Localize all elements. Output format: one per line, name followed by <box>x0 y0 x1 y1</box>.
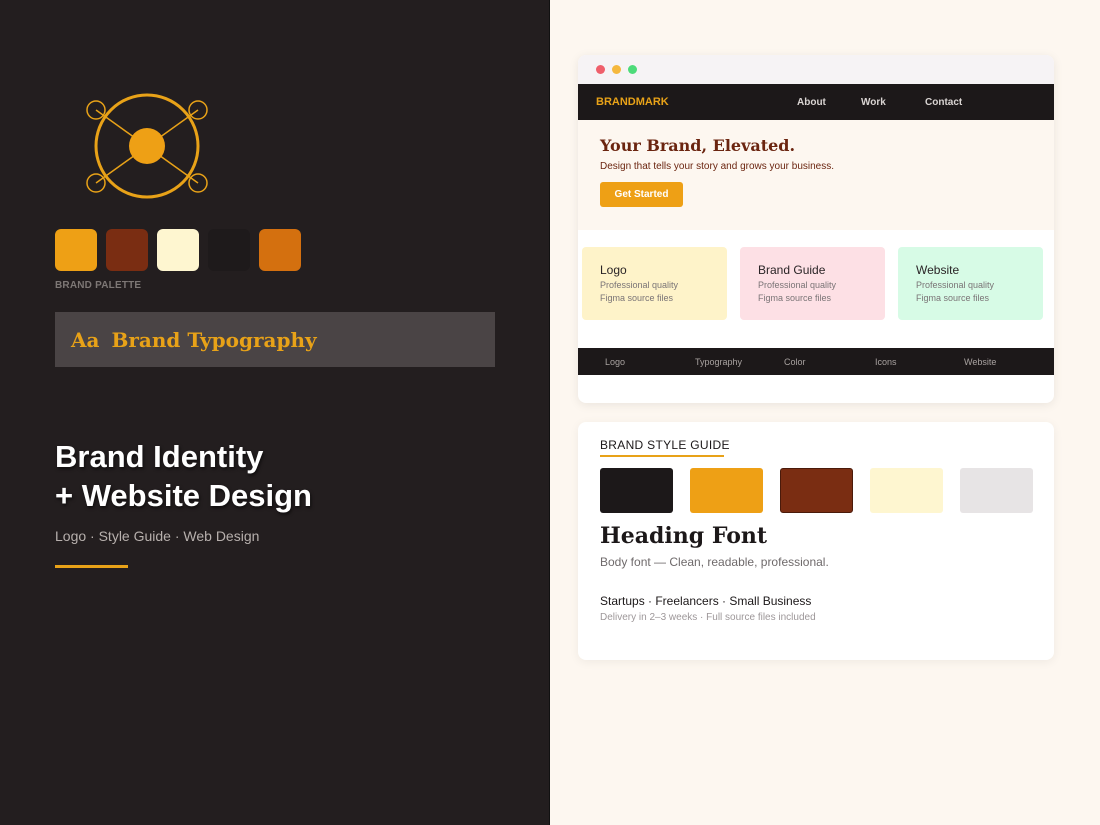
service-card-website[interactable]: Website Professional quality Figma sourc… <box>898 247 1043 320</box>
site-footer: Logo Typography Color Icons Website <box>578 348 1054 375</box>
footer-link-color[interactable]: Color <box>784 357 806 367</box>
left-panel: BRAND PALETTE Aa Brand Typography Brand … <box>0 0 549 825</box>
body-font-sample: Body font — Clean, readable, professiona… <box>600 555 829 569</box>
palette-swatch <box>157 229 199 271</box>
guide-swatch <box>960 468 1033 513</box>
card-detail: Professional quality <box>758 280 837 290</box>
guide-swatch <box>600 468 673 513</box>
heading-font-sample: Heading Font <box>600 523 768 549</box>
card-title: Brand Guide <box>758 263 826 277</box>
services-list: Logo · Style Guide · Web Design <box>55 528 260 544</box>
palette-swatch <box>259 229 301 271</box>
service-card-brand-guide[interactable]: Brand Guide Professional quality Figma s… <box>740 247 885 320</box>
palette-swatch <box>55 229 97 271</box>
card-detail: Professional quality <box>916 280 995 290</box>
site-navbar: BRANDMARK About Work Contact <box>578 84 1054 120</box>
footer-link-website[interactable]: Website <box>964 357 996 367</box>
footer-link-typography[interactable]: Typography <box>695 357 742 367</box>
guide-swatch <box>780 468 853 513</box>
palette-swatch <box>208 229 250 271</box>
card-detail: Figma source files <box>600 293 674 303</box>
maximize-dot-icon <box>628 65 637 74</box>
browser-titlebar <box>578 55 1054 84</box>
site-hero-title: Your Brand, Elevated. <box>600 136 796 155</box>
service-card-logo[interactable]: Logo Professional quality Figma source f… <box>582 247 727 320</box>
website-mockup: BRANDMARK About Work Contact Your Brand,… <box>578 55 1054 403</box>
nav-link-about[interactable]: About <box>797 97 826 108</box>
footer-link-logo[interactable]: Logo <box>605 357 625 367</box>
card-detail: Professional quality <box>600 280 679 290</box>
minimize-dot-icon <box>612 65 621 74</box>
get-started-button[interactable]: Get Started <box>600 182 683 207</box>
nav-link-contact[interactable]: Contact <box>925 97 962 108</box>
panel-divider <box>549 0 550 825</box>
card-detail: Figma source files <box>916 293 990 303</box>
typography-sample: Aa <box>71 327 100 352</box>
typography-label: Brand Typography <box>111 327 317 352</box>
footer-link-icons[interactable]: Icons <box>875 357 897 367</box>
nav-link-work[interactable]: Work <box>861 97 886 108</box>
site-hero: Your Brand, Elevated. Design that tells … <box>578 120 1054 230</box>
typography-banner: Aa Brand Typography <box>55 312 495 367</box>
style-guide-title: BRAND STYLE GUIDE <box>600 438 730 452</box>
guide-swatch <box>870 468 943 513</box>
delivery-info: Delivery in 2–3 weeks · Full source file… <box>600 612 816 623</box>
site-brand[interactable]: BRANDMARK <box>596 96 669 108</box>
service-cards: Logo Professional quality Figma source f… <box>578 246 1054 321</box>
brand-logo-icon <box>86 93 208 199</box>
hero-title-line-2: + Website Design <box>55 478 312 513</box>
card-detail: Figma source files <box>758 293 832 303</box>
guide-swatch <box>690 468 763 513</box>
accent-rule <box>55 565 128 568</box>
target-audience: Startups · Freelancers · Small Business <box>600 594 812 608</box>
palette-swatch <box>106 229 148 271</box>
palette-label: BRAND PALETTE <box>55 280 142 291</box>
close-dot-icon <box>596 65 605 74</box>
hero-title-line-1: Brand Identity <box>55 439 264 474</box>
card-title: Website <box>916 263 960 277</box>
style-guide-underline <box>600 455 724 457</box>
style-guide-card: BRAND STYLE GUIDE Heading Font Body font… <box>578 422 1054 660</box>
card-title: Logo <box>600 263 627 277</box>
site-hero-subtitle: Design that tells your story and grows y… <box>600 161 834 172</box>
brand-palette-swatches <box>55 229 301 271</box>
